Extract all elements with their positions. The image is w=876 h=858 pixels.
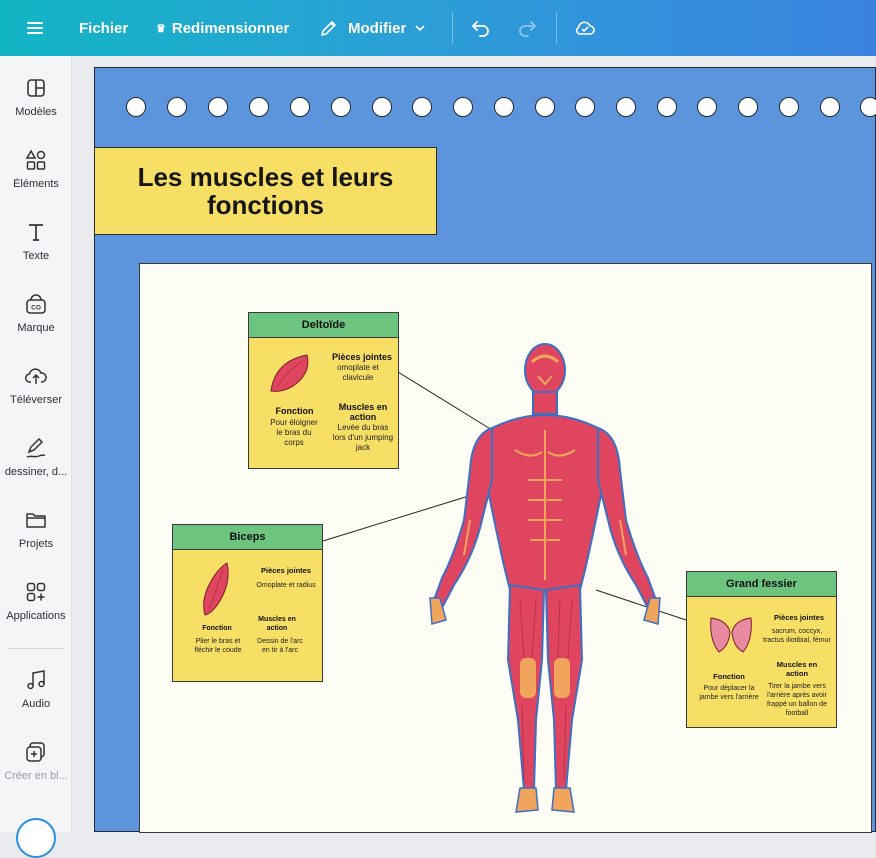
title-box[interactable]: Les muscles et leurs fonctions [94, 147, 437, 235]
card-title: Biceps [173, 525, 322, 550]
upload-icon [25, 368, 47, 384]
shapes-icon [25, 149, 46, 170]
gluteus-muscle-icon [710, 617, 752, 653]
draw-icon [26, 437, 46, 458]
notebook-hole [412, 97, 432, 117]
sidebar-divider [8, 648, 64, 649]
redo-icon[interactable] [516, 0, 538, 56]
toolbar-divider [556, 12, 557, 44]
function-text: Pour déplacer la jambe vers l'arrière [699, 685, 759, 701]
crown-icon: ♛ [156, 22, 166, 35]
sidebar-item-projects[interactable]: Projets [0, 508, 72, 568]
notebook-hole [575, 97, 595, 117]
deltoid-muscle-icon [270, 354, 309, 392]
chevron-down-icon [414, 22, 426, 34]
notebook-hole [290, 97, 310, 117]
notebook-hole [738, 97, 758, 117]
sidebar-item-label: dessiner, d... [4, 466, 68, 478]
action-title: Muscles en action [776, 660, 818, 678]
resize-button[interactable]: ♛ Redimensionner [156, 0, 289, 56]
function-text: Pour éloigner le bras du corps [270, 418, 318, 447]
biceps-muscle-icon [203, 562, 229, 616]
card-biceps[interactable]: Biceps Pièces jointes Omoplate et radius… [172, 524, 323, 682]
notebook-hole [331, 97, 351, 117]
edit-menu-button[interactable]: Modifier [319, 0, 426, 56]
action-text: Levée du bras lors d'un jumping jack [332, 423, 394, 452]
notebook-hole [697, 97, 717, 117]
resize-label: Redimensionner [171, 19, 290, 37]
joints-title: Pièces jointes [773, 613, 825, 622]
action-text: Tirer la jambe vers l'arrière après avoi… [767, 683, 827, 717]
text-icon [29, 224, 43, 241]
joints-title: Pièces jointes [331, 352, 393, 362]
sidebar-item-upload[interactable]: Téléverser [0, 364, 72, 424]
sidebar-item-audio[interactable]: Audio [0, 668, 72, 728]
sidebar-item-brand[interactable]: CO Marque [0, 292, 72, 352]
bulk-create-icon [26, 742, 45, 762]
pencil-icon [319, 18, 339, 38]
joints-text: sacrum, coccyx, tractus iliotibial, fému… [763, 628, 831, 644]
left-sidebar: Modèles Éléments Texte CO Marque Téléver… [0, 56, 72, 858]
magic-button[interactable] [16, 818, 56, 858]
apps-icon [26, 582, 46, 602]
sidebar-item-label: Éléments [13, 178, 59, 190]
sidebar-item-label: Téléverser [10, 394, 62, 406]
page-title: Les muscles et leurs fonctions [137, 162, 394, 220]
function-title: Fonction [713, 672, 745, 681]
notebook-hole [372, 97, 392, 117]
sidebar-item-draw[interactable]: dessiner, d... [0, 436, 72, 496]
cloud-check-icon[interactable] [573, 0, 597, 56]
sidebar-item-label: Créer en bl... [4, 770, 68, 782]
file-menu-label: Fichier [79, 19, 129, 37]
notebook-hole [494, 97, 514, 117]
function-text: Plier le bras et fléchir le coude [194, 638, 242, 654]
notebook-hole [249, 97, 269, 117]
top-toolbar: Fichier ♛ Redimensionner Modifier [0, 0, 876, 56]
hamburger-icon[interactable] [24, 0, 46, 56]
undo-icon[interactable] [470, 0, 492, 56]
folder-icon [26, 513, 46, 528]
action-title: Muscles en action [338, 402, 388, 422]
notebook-hole [657, 97, 677, 117]
sidebar-item-elements[interactable]: Éléments [0, 148, 72, 208]
edit-label: Modifier [348, 19, 407, 37]
card-gluteus[interactable]: Grand fessier Pièces jointes sacrum, coc… [686, 571, 837, 728]
sidebar-item-label: Audio [21, 698, 51, 710]
notebook-hole [167, 97, 187, 117]
notebook-hole [535, 97, 555, 117]
music-icon [27, 670, 45, 690]
joints-text: omoplate et clavicule [337, 363, 379, 382]
sidebar-item-label: Projets [18, 538, 54, 550]
file-menu-button[interactable]: Fichier [79, 0, 128, 56]
joints-title: Pièces jointes [260, 566, 312, 575]
card-deltoid[interactable]: Deltoïde Pièces jointes omoplate et clav… [248, 312, 399, 469]
action-title: Muscles en action [258, 616, 296, 632]
card-title: Grand fessier [687, 572, 836, 597]
function-title: Fonction [202, 625, 232, 632]
function-title: Fonction [275, 406, 314, 416]
sidebar-item-apps[interactable]: Applications [0, 580, 72, 640]
notebook-hole [860, 97, 876, 117]
sidebar-item-label: Modèles [15, 106, 57, 118]
layout-icon [27, 79, 45, 97]
brand-icon: CO [26, 294, 46, 314]
sidebar-item-text[interactable]: Texte [0, 220, 72, 280]
sidebar-item-label: Marque [17, 322, 55, 334]
notebook-hole [208, 97, 228, 117]
card-title: Deltoïde [249, 313, 398, 338]
joints-text: Omoplate et radius [256, 582, 316, 589]
notebook-hole [616, 97, 636, 117]
action-text: Dessin de l'arc en tir à l'arc [257, 638, 303, 654]
sidebar-item-bulk-create[interactable]: Créer en bl... [0, 740, 72, 800]
toolbar-divider [452, 12, 453, 44]
sidebar-item-label: Applications [6, 610, 66, 622]
notebook-hole [453, 97, 473, 117]
sidebar-item-label: Texte [22, 250, 50, 262]
muscle-body-figure [429, 343, 661, 813]
svg-text:CO: CO [31, 305, 41, 312]
notebook-hole [126, 97, 146, 117]
notebook-hole [779, 97, 799, 117]
sidebar-item-templates[interactable]: Modèles [0, 76, 72, 136]
notebook-hole [820, 97, 840, 117]
